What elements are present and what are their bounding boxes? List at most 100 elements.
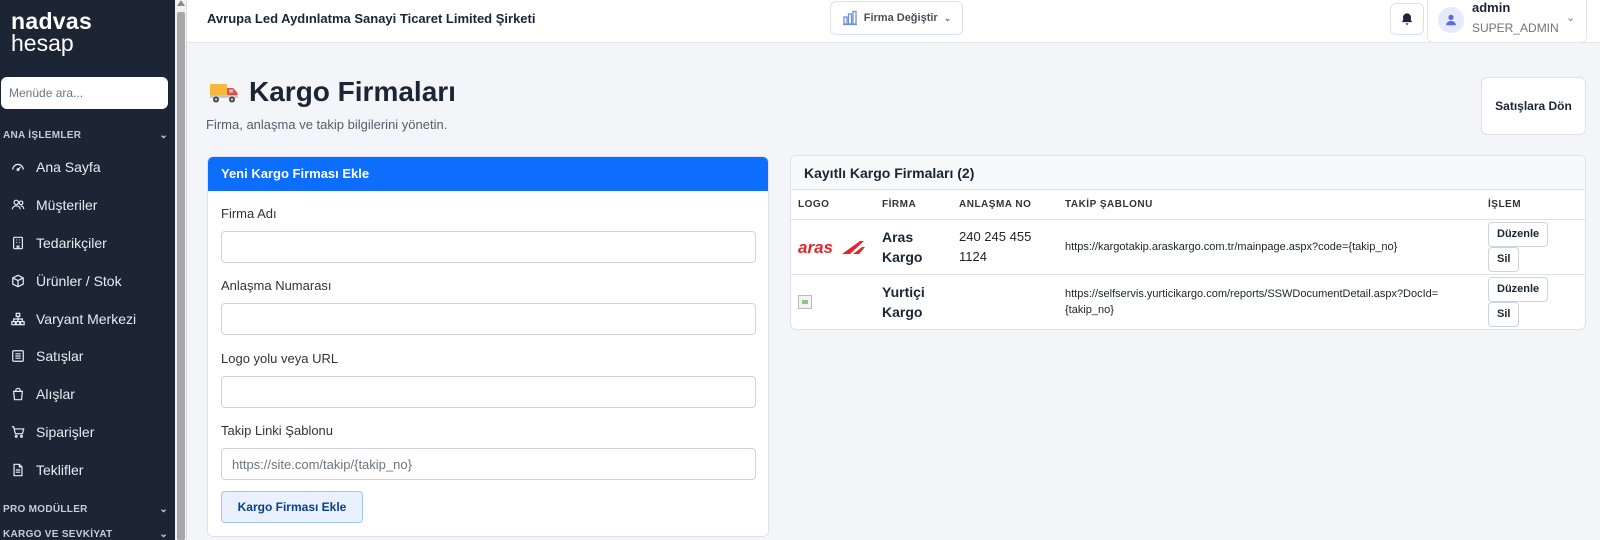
sidebar-item-urunler-stok[interactable]: Ürünler / Stok <box>0 262 175 300</box>
firm-name-line-1: Aras <box>882 228 914 245</box>
table-header-row: LOGO FİRMA ANLAŞMA NO TAKİP ŞABLONU İŞLE… <box>791 190 1585 220</box>
sidebar-item-alislar[interactable]: Alışlar <box>0 375 175 413</box>
actions-cell: DüzenleSil <box>1481 219 1585 275</box>
firm-name-line-1: Yurtiçi <box>882 283 925 300</box>
sidebar-item-label: Varyant Merkezi <box>36 311 137 327</box>
template-line-2: {takip_no} <box>1065 303 1114 316</box>
firm-cell: Aras Kargo <box>875 219 952 275</box>
column-header-deal-no: ANLAŞMA NO <box>952 190 1058 220</box>
chevron-down-icon: ⌄ <box>159 504 168 515</box>
template-cell: https://kargotakip.araskargo.com.tr/main… <box>1058 219 1481 275</box>
section-main-header[interactable]: ANA İŞLEMLER ⌄ <box>3 130 168 141</box>
tracking-template-label: Takip Linki Şablonu <box>221 423 334 438</box>
deal-no-cell <box>952 274 1058 329</box>
template-cell: https://selfservis.yurticikargo.com/repo… <box>1058 274 1481 329</box>
edit-button[interactable]: Düzenle <box>1488 221 1549 247</box>
page-title-text: Kargo Firmaları <box>249 76 456 107</box>
deal-no-cell: 240 245 455 1124 <box>952 219 1058 275</box>
sidebar-item-varyant-merkezi[interactable]: Varyant Merkezi <box>0 300 175 338</box>
topbar: Avrupa Led Aydınlatma Sanayi Ticaret Lim… <box>187 0 1600 43</box>
broken-image-icon <box>798 294 812 309</box>
firm-name-label: Firma Adı <box>221 206 277 221</box>
deal-number-input[interactable] <box>221 303 756 335</box>
column-header-logo: LOGO <box>791 190 875 220</box>
bag-icon <box>12 387 24 401</box>
scroll-up-arrow-icon[interactable] <box>177 0 185 6</box>
section-pro-header[interactable]: PRO MODÜLLER ⌄ <box>3 504 168 515</box>
brand-logo[interactable]: nadvas hesap <box>0 0 175 56</box>
scroll-thumb[interactable] <box>177 12 185 540</box>
sidebar-item-siparisler[interactable]: Siparişler <box>0 413 175 451</box>
sidebar-item-label: Ürünler / Stok <box>36 273 122 289</box>
company-name: Avrupa Led Aydınlatma Sanayi Ticaret Lim… <box>207 11 536 26</box>
deal-no-line-1: 240 245 455 <box>959 228 1032 244</box>
cargo-firms-list: Kayıtlı Kargo Firmaları (2) LOGO FİRMA A… <box>790 155 1586 330</box>
user-menu[interactable]: admin SUPER_ADMIN ⌄ <box>1427 0 1587 43</box>
add-cargo-firm-button[interactable]: Kargo Firması Ekle <box>221 491 363 523</box>
list-header: Kayıtlı Kargo Firmaları (2) <box>791 156 1585 190</box>
switch-company-button[interactable]: Firma Değiştir ⌄ <box>830 1 963 35</box>
sidebar-item-teklifler[interactable]: Teklifler <box>0 451 175 489</box>
sidebar-item-label: Alışlar <box>36 386 75 402</box>
logo-url-input[interactable] <box>221 376 756 408</box>
edit-button[interactable]: Düzenle <box>1488 276 1549 302</box>
firm-name-line-2: Kargo <box>882 303 923 320</box>
tracking-template-input[interactable] <box>221 448 756 480</box>
page-subtitle: Firma, anlaşma ve takip bilgilerini yöne… <box>206 117 448 132</box>
template-line-1: https://kargotakip.araskargo.com.tr/main… <box>1065 240 1398 253</box>
cart-icon <box>11 426 25 438</box>
delete-button[interactable]: Sil <box>1488 301 1520 327</box>
logo-cell <box>791 274 875 329</box>
delete-button[interactable]: Sil <box>1488 246 1520 272</box>
sidebar-item-label: Ana Sayfa <box>36 159 101 175</box>
sidebar-item-tedarikciler[interactable]: Tedarikçiler <box>0 224 175 262</box>
logo-cell: aras <box>791 219 875 275</box>
chevron-down-icon: ⌄ <box>159 130 168 141</box>
menu-search-input[interactable] <box>1 77 168 109</box>
firm-name-input[interactable] <box>221 231 756 263</box>
table-row: aras Aras Kargo 240 245 455 1124 https:/… <box>791 219 1585 275</box>
table-row: Yurtiçi Kargo https://selfservis.yurtici… <box>791 274 1585 329</box>
user-name: admin <box>1472 0 1511 15</box>
box-icon <box>12 274 24 288</box>
cargo-firms-table: LOGO FİRMA ANLAŞMA NO TAKİP ŞABLONU İŞLE… <box>791 190 1585 329</box>
document-icon <box>13 463 23 477</box>
section-cargo-header[interactable]: KARGO VE SEVKİYAT ⌄ <box>3 529 168 540</box>
column-header-firm: FİRMA <box>875 190 952 220</box>
sidebar-item-label: Teklifler <box>36 462 84 478</box>
chevron-down-icon: ⌄ <box>943 12 952 23</box>
firm-name-line-2: Kargo <box>882 248 923 265</box>
sidebar-item-musteriler[interactable]: Müşteriler <box>0 186 175 224</box>
sidebar: nadvas hesap ANA İŞLEMLER ⌄ Ana Sayfa Mü… <box>0 0 175 540</box>
avatar <box>1438 7 1464 33</box>
brand-line-2: hesap <box>11 30 74 56</box>
aras-logo-mark: aras <box>798 238 865 256</box>
aras-logo-text: aras <box>798 238 833 256</box>
firm-cell: Yurtiçi Kargo <box>875 274 952 329</box>
brand-line-1: nadvas <box>11 8 93 34</box>
back-to-sales-button[interactable]: Satışlara Dön <box>1481 77 1586 135</box>
sidebar-item-ana-sayfa[interactable]: Ana Sayfa <box>0 148 175 186</box>
sidebar-item-label: Satışlar <box>36 348 84 364</box>
bell-icon <box>1401 13 1413 25</box>
switch-company-label: Firma Değiştir <box>863 12 938 24</box>
sidebar-item-label: Müşteriler <box>36 197 98 213</box>
sidebar-item-label: Siparişler <box>36 424 95 440</box>
sidebar-item-satislar[interactable]: Satışlar <box>0 337 175 375</box>
template-line-1: https://selfservis.yurticikargo.com/repo… <box>1065 287 1439 300</box>
column-header-template: TAKİP ŞABLONU <box>1058 190 1481 220</box>
deal-no-line-2: 1124 <box>959 248 987 264</box>
delivery-truck-icon <box>210 84 238 103</box>
notifications-button[interactable] <box>1390 3 1424 35</box>
sidebar-item-label: Tedarikçiler <box>36 235 107 251</box>
section-cargo-label: KARGO VE SEVKİYAT <box>3 529 113 540</box>
chevron-down-icon: ⌄ <box>1566 12 1576 24</box>
dashboard-icon <box>12 163 24 172</box>
hierarchy-icon <box>11 312 25 326</box>
section-pro-label: PRO MODÜLLER <box>3 504 88 515</box>
section-main-label: ANA İŞLEMLER <box>3 130 82 141</box>
building-icon <box>13 236 23 250</box>
sidebar-scrollbar[interactable] <box>175 0 187 540</box>
logo-url-label: Logo yolu veya URL <box>221 351 339 366</box>
form-header: Yeni Kargo Firması Ekle <box>208 157 768 191</box>
